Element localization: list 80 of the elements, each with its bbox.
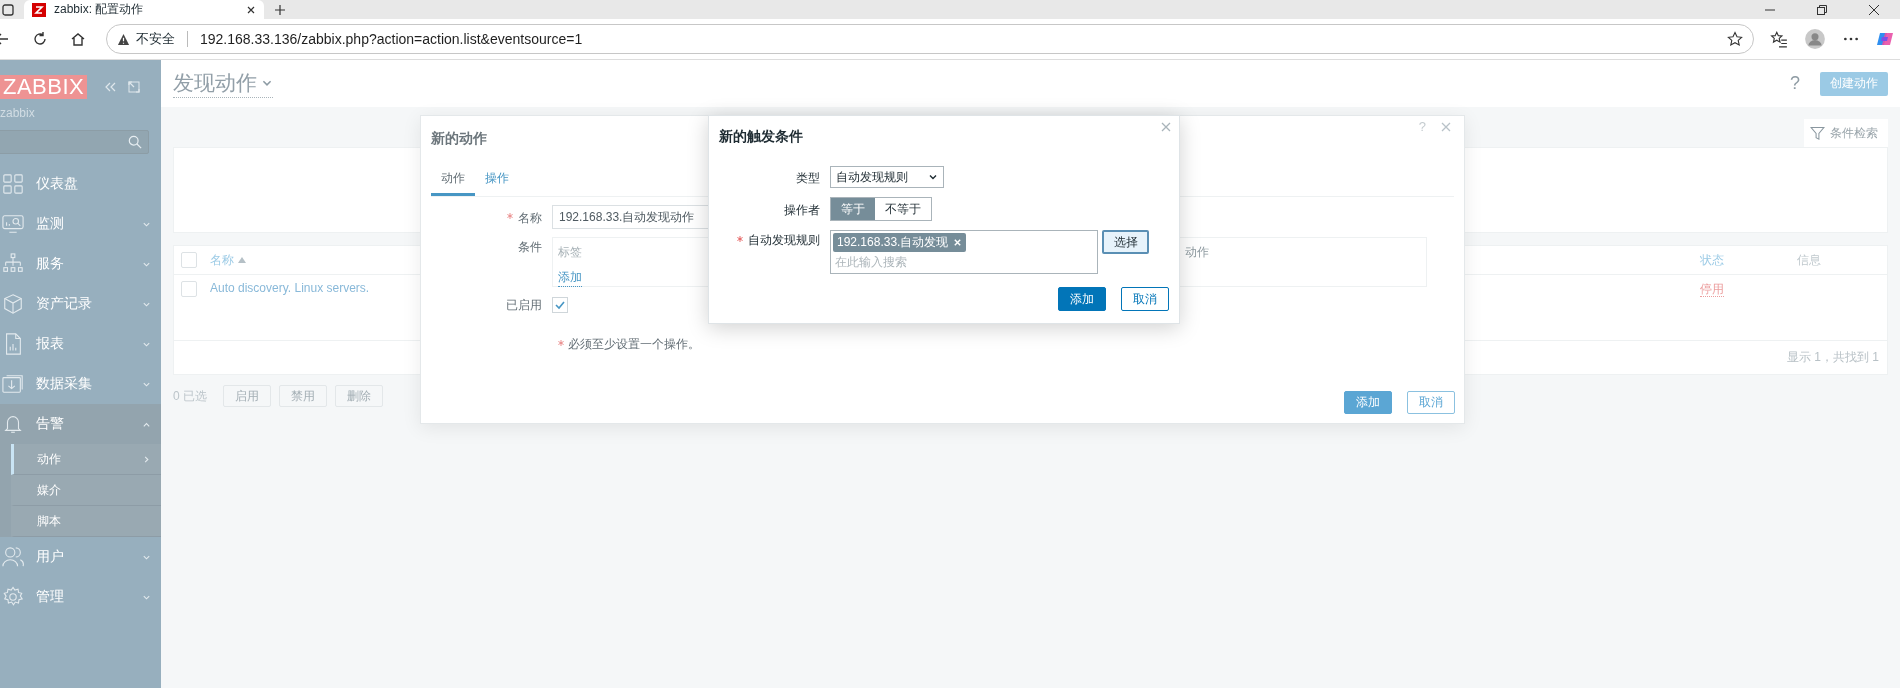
operator-option[interactable]: 不等于 [875,198,931,220]
search-field[interactable] [0,130,149,154]
menu-item[interactable]: 管理 [0,577,161,617]
checkbox[interactable] [181,281,197,297]
submenu-item[interactable]: 脚本 [11,506,161,537]
favorites-icon[interactable] [1770,30,1788,48]
star-icon[interactable] [1727,31,1743,47]
tab[interactable]: 操作 [475,170,519,196]
column-header: 标签 [558,244,582,261]
close-icon[interactable] [1868,3,1880,16]
url-text: 192.168.33.136/zabbix.php?action=action.list&eventsource=1 [200,31,583,47]
column-header[interactable]: 名称 [210,251,234,269]
tab-actions-icon[interactable] [2,3,14,16]
security-label: 不安全 [136,30,175,48]
chevron-icon [142,454,151,464]
operator-option[interactable]: 等于 [831,198,875,220]
rule-multiselect[interactable]: 192.168.33.自动发现 在此输入搜索 [830,230,1098,274]
menu-icon [2,173,24,195]
dialog-title: 新的触发条件 [719,128,803,146]
field-label: 条件 [518,239,542,256]
menu-icon [2,373,24,395]
warning-icon [117,32,130,46]
cancel-button[interactable]: 取消 [1121,287,1169,311]
menu-item[interactable]: 告警 [0,404,161,444]
dialog-title: 新的动作 [431,130,487,148]
remove-icon[interactable] [953,238,963,247]
column-header[interactable]: 状态 [1700,252,1724,267]
help-link[interactable]: ? [1790,73,1800,94]
menu-icon [2,213,24,235]
filter-tab[interactable]: 条件检索 [1804,119,1888,147]
help-link[interactable]: ? [1418,119,1426,134]
add-button[interactable]: 添加 [1344,391,1392,414]
status-link[interactable]: 停用 [1700,282,1724,297]
favicon-icon [32,2,46,17]
submenu-item[interactable]: 媒介 [11,475,161,506]
menu-icon [2,293,24,315]
enabled-checkbox[interactable] [552,296,568,313]
menu-item[interactable]: 用户 [0,537,161,577]
caret-icon [928,172,938,182]
menu-item[interactable]: 服务 [0,244,161,284]
menu-icon [2,413,24,435]
field-label: 已启用 [506,297,542,314]
field-label: 名称 [518,209,542,227]
restore-icon[interactable] [1816,3,1828,16]
menu-icon [2,253,24,275]
add-link[interactable]: 添加 [558,269,582,287]
checkbox[interactable] [181,252,197,268]
server-name: zabbix [0,106,36,122]
browser-tab[interactable]: zabbix: 配置动作 [24,0,264,19]
reload-icon[interactable] [32,31,48,47]
new-tab-icon[interactable] [274,3,286,16]
menu-item[interactable]: 数据采集 [0,364,161,404]
column-header: 动作 [1185,244,1210,261]
menu-item[interactable]: 监测 [0,204,161,244]
select-button[interactable]: 选择 [1102,230,1149,254]
menu-item[interactable]: 仪表盘 [0,164,161,204]
action-link[interactable]: Auto discovery. Linux servers. [210,281,370,295]
submenu-item[interactable]: 动作 [11,444,161,475]
create-action-button[interactable]: 创建动作 [1820,71,1888,96]
tab[interactable]: 动作 [431,170,475,196]
field-label: 类型 [796,169,820,187]
menu-icon [2,586,24,608]
filter-icon [1810,125,1825,141]
home-icon[interactable] [70,31,86,47]
field-label: 自动发现规则 [748,232,820,249]
close-icon[interactable] [246,4,256,15]
cancel-button[interactable]: 取消 [1407,391,1455,414]
menu-item[interactable]: 资产记录 [0,284,161,324]
menu-icon [2,546,24,568]
profile-icon[interactable] [1804,28,1826,50]
page-title[interactable]: 发现动作 [173,69,273,98]
add-button[interactable]: 添加 [1058,287,1106,311]
column-header: 信息 [1797,252,1821,267]
hint-text: 必须至少设置一个操作。 [568,336,700,353]
copilot-icon[interactable] [1876,30,1894,48]
type-dropdown[interactable]: 自动发现规则 [830,166,944,188]
tag: 192.168.33.自动发现 [833,233,967,252]
table-footer: 显示 1，共找到 1 [1787,349,1879,366]
logo[interactable]: ZABBIX [0,75,88,99]
menu-item[interactable]: 报表 [0,324,161,364]
